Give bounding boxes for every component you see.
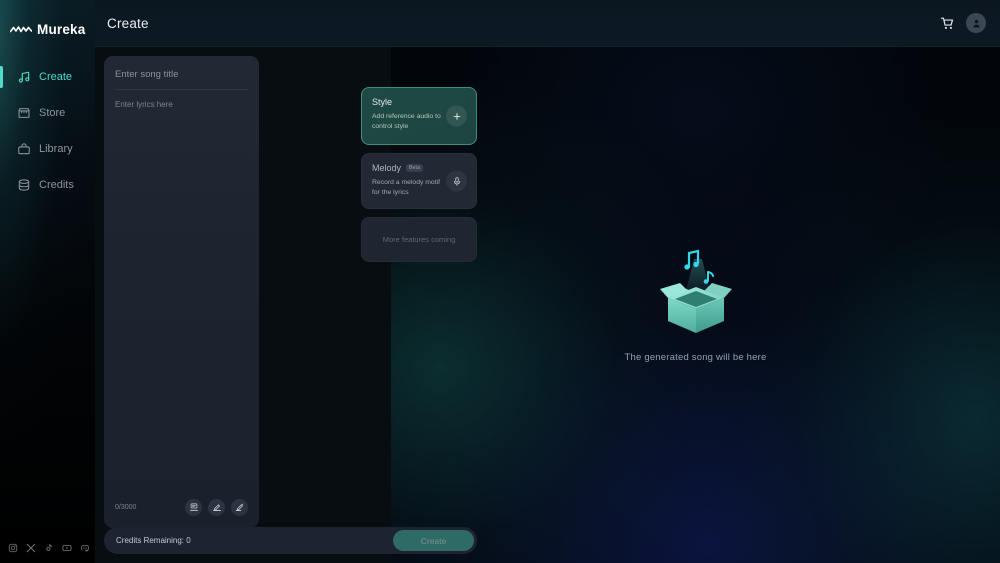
music-note-icon (18, 71, 30, 83)
lyrics-template-button[interactable] (185, 498, 202, 516)
feature-cards: Style Add reference audio to control sty… (361, 87, 477, 270)
sidebar-item-store[interactable]: Store (0, 98, 95, 128)
database-icon (18, 179, 30, 191)
sidebar-nav: Create Store Library Credits (0, 62, 95, 200)
youtube-icon[interactable] (62, 543, 72, 553)
tiktok-icon[interactable] (44, 543, 54, 553)
shopping-cart-icon (940, 17, 953, 29)
empty-state: The generated song will be here (625, 237, 767, 363)
write-lyrics-icon (212, 504, 221, 511)
style-card-subtitle: Add reference audio to control style (372, 113, 441, 131)
sidebar: Mureka Create Store Library Credits (0, 0, 95, 563)
sidebar-item-library[interactable]: Library (0, 134, 95, 164)
more-features-label: More features coming (382, 235, 456, 244)
waveform-logo-icon (10, 25, 32, 32)
sidebar-item-create[interactable]: Create (0, 62, 95, 92)
app-root: Mureka Create Store Library Credits Crea… (0, 0, 1000, 563)
song-title-input[interactable] (115, 66, 248, 90)
top-bar: Create (95, 0, 1000, 47)
ai-rewrite-button[interactable] (231, 498, 248, 516)
character-counter: 0/3000 (115, 503, 137, 511)
sidebar-item-label: Library (39, 143, 73, 155)
melody-card-subtitle: Record a melody motif for the lyrics (372, 179, 440, 197)
instagram-icon[interactable] (8, 543, 18, 553)
credits-remaining-label: Credits Remaining: 0 (116, 536, 191, 545)
preview-canvas: The generated song will be here (391, 47, 1000, 563)
melody-card[interactable]: Melody Beta Record a melody motif for th… (361, 153, 477, 209)
lyrics-input[interactable] (115, 90, 248, 492)
discord-icon[interactable] (80, 543, 90, 553)
melody-card-label: Melody (372, 163, 402, 173)
composer-column: 0/3000 (95, 47, 477, 563)
ai-rewrite-icon (235, 503, 243, 511)
beta-badge: Beta (406, 164, 424, 172)
style-card[interactable]: Style Add reference audio to control sty… (361, 87, 477, 145)
empty-state-text: The generated song will be here (624, 352, 767, 363)
library-bag-icon (18, 143, 30, 155)
body: 0/3000 (95, 47, 1000, 563)
sidebar-item-credits[interactable]: Credits (0, 170, 95, 200)
sidebar-item-label: Credits (39, 179, 74, 191)
user-avatar-icon (972, 19, 980, 27)
social-links (8, 543, 90, 553)
credits-bar: Credits Remaining: 0 Create (104, 527, 477, 554)
lyrics-footer: 0/3000 (115, 492, 248, 528)
microphone-icon (453, 176, 460, 186)
lyrics-tools (185, 498, 248, 516)
sidebar-item-label: Create (39, 71, 73, 83)
cart-button[interactable] (936, 12, 958, 34)
more-features-card: More features coming (361, 217, 477, 262)
lyrics-panel: 0/3000 (104, 56, 259, 528)
write-lyrics-button[interactable] (208, 498, 225, 516)
plus-icon (453, 112, 460, 120)
store-icon (18, 108, 30, 118)
open-box-with-music-notes-icon (659, 249, 732, 333)
sidebar-item-label: Store (39, 107, 66, 119)
main-area: Create Enter song title Enter lyrics her… (95, 0, 1000, 563)
brand-name: Mureka (37, 22, 86, 37)
record-melody-button[interactable] (446, 170, 467, 192)
x-twitter-icon[interactable] (26, 543, 36, 553)
add-style-button[interactable] (446, 105, 467, 127)
lyrics-template-icon (189, 503, 198, 511)
brand-logo[interactable]: Mureka (0, 0, 95, 46)
create-button[interactable]: Create (393, 530, 474, 551)
avatar[interactable] (966, 13, 986, 33)
page-title: Create (107, 15, 149, 31)
